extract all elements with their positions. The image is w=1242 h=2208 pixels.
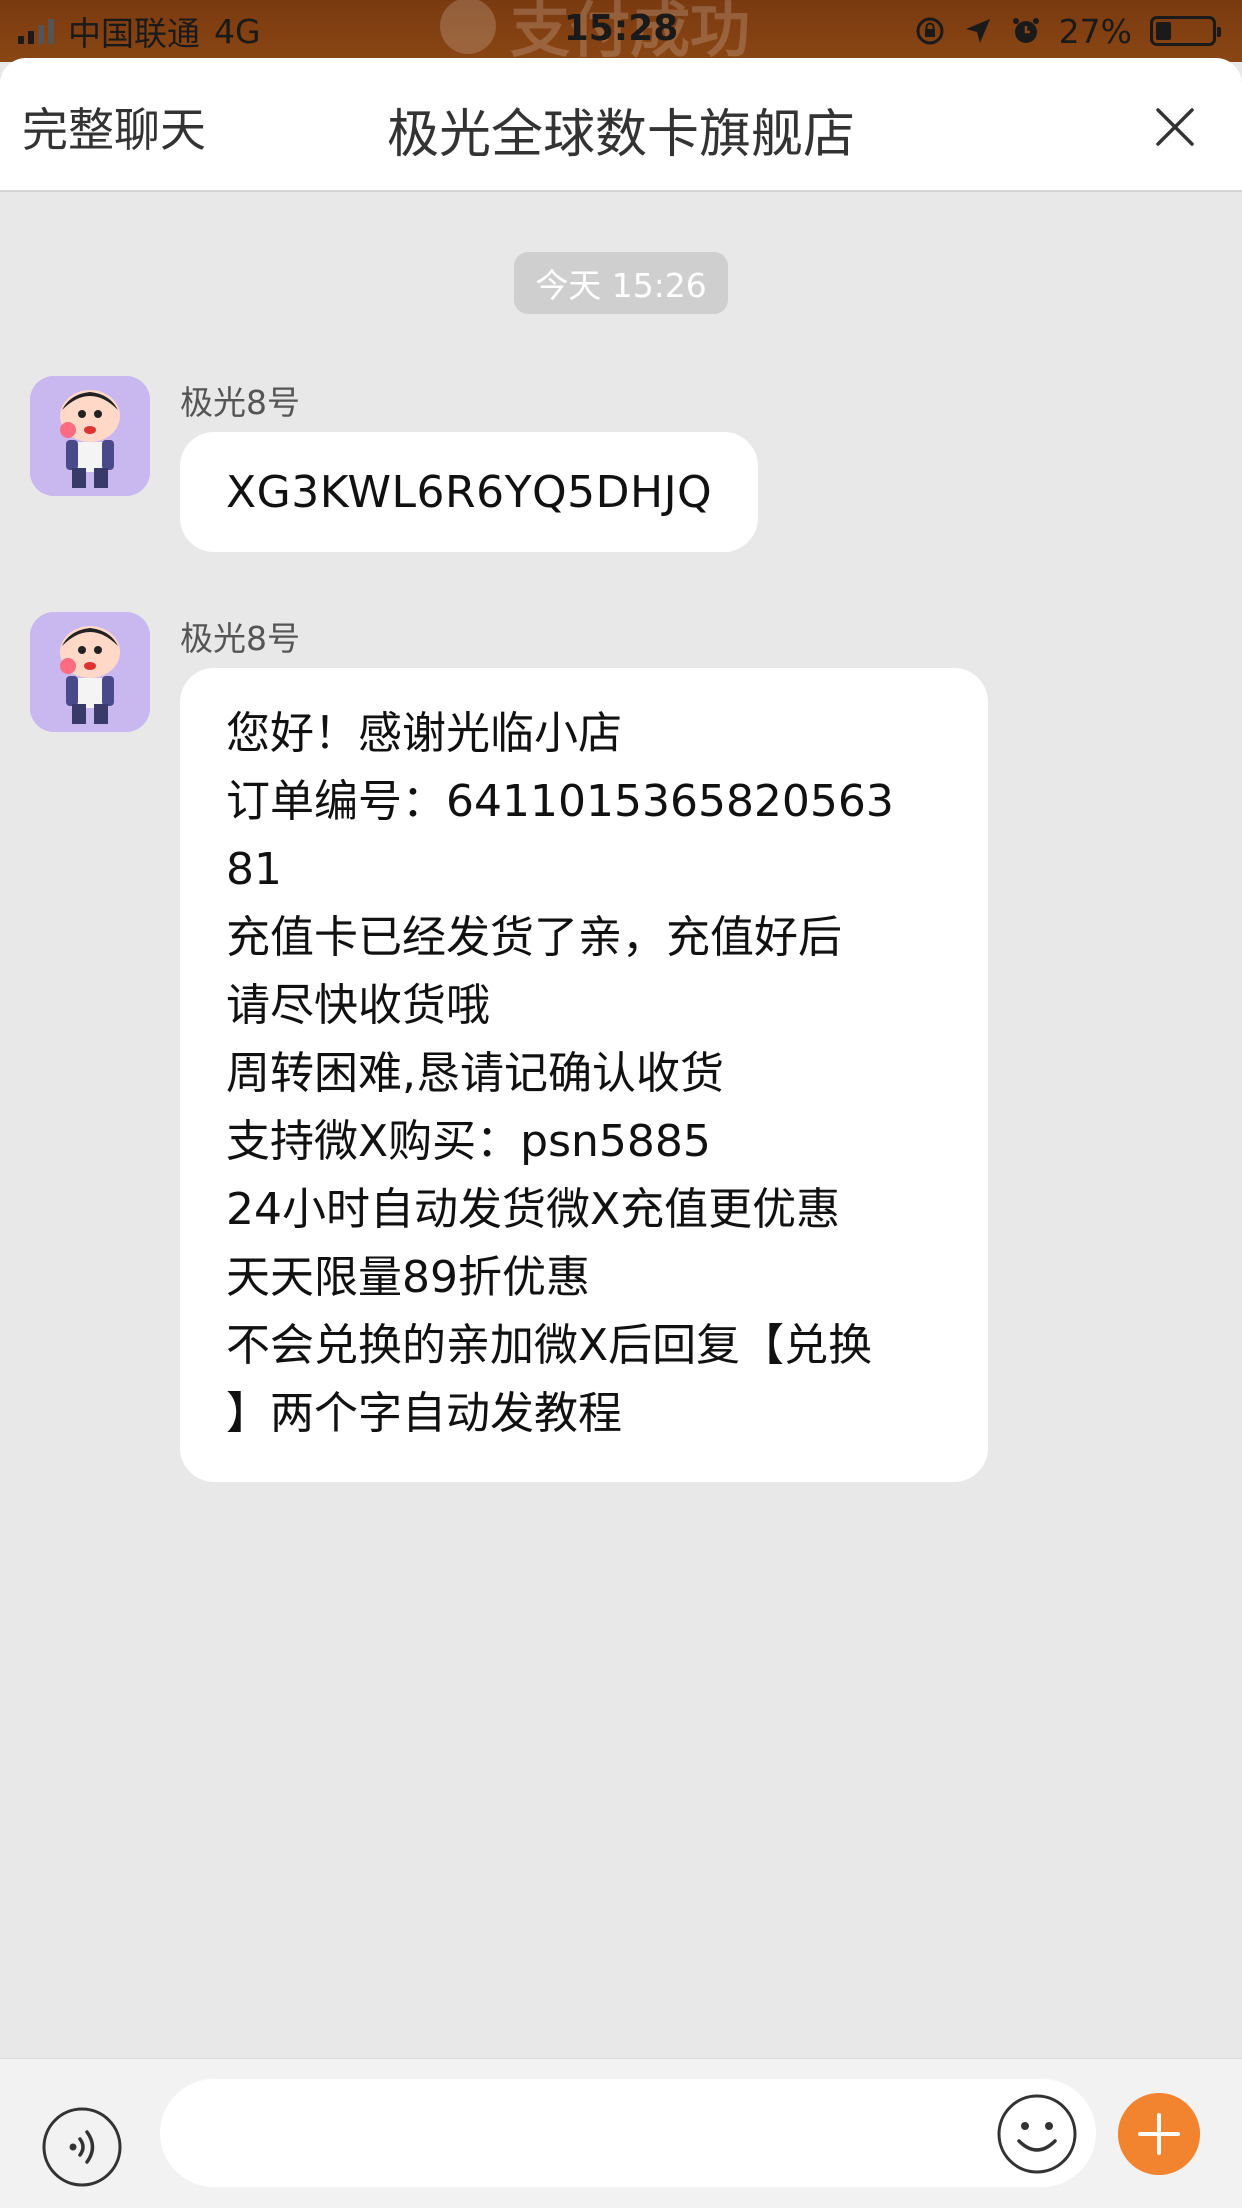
emoji-icon[interactable] bbox=[996, 2093, 1078, 2175]
chat-timestamp: 今天 15:26 bbox=[514, 252, 728, 314]
chat-message: 极光8号 XG3KWL6R6YQ5DHJQ bbox=[30, 376, 1180, 556]
message-bubble[interactable]: XG3KWL6R6YQ5DHJQ bbox=[180, 432, 759, 552]
message-bubble[interactable]: 您好！感谢光临小店 订单编号：6411015365820563 81 充值卡已经… bbox=[180, 668, 988, 1482]
battery-icon bbox=[1150, 16, 1221, 46]
message-line: 不会兑换的亲加微X后回复【兑换 】两个字自动发教程 bbox=[226, 1320, 873, 1439]
close-icon[interactable] bbox=[1146, 98, 1204, 156]
voice-icon[interactable] bbox=[42, 2107, 122, 2187]
location-icon bbox=[965, 19, 990, 43]
chat-message: 极光8号 您好！感谢光临小店 订单编号：6411015365820563 81 … bbox=[30, 612, 1180, 1482]
avatar[interactable] bbox=[30, 376, 150, 496]
message-line: 24小时自动发货微X充值更优惠 bbox=[226, 1184, 841, 1235]
sender-name: 极光8号 bbox=[180, 383, 300, 422]
message-input[interactable] bbox=[160, 2079, 1096, 2187]
message-line: 订单编号：6411015365820563 81 bbox=[226, 776, 894, 895]
input-bar bbox=[0, 2058, 1242, 2208]
alarm-icon bbox=[1012, 18, 1039, 43]
avatar[interactable] bbox=[30, 612, 150, 732]
plus-icon[interactable] bbox=[1118, 2093, 1200, 2175]
chat-header: 完整聊天 极光全球数卡旗舰店 bbox=[0, 58, 1242, 192]
battery-percent: 27% bbox=[1058, 11, 1132, 51]
rotation-lock-icon bbox=[916, 17, 944, 45]
message-line: 周转困难,恳请记确认收货 bbox=[226, 1048, 724, 1099]
message-line: 天天限量89折优惠 bbox=[226, 1252, 590, 1303]
message-line: 您好！感谢光临小店 bbox=[226, 708, 622, 759]
sender-name: 极光8号 bbox=[180, 619, 300, 658]
shop-title: 极光全球数卡旗舰店 bbox=[386, 105, 855, 165]
message-line: 充值卡已经发货了亲，充值好后 请尽快收货哦 bbox=[226, 912, 842, 1031]
message-line: 支持微X购买：psn5885 bbox=[226, 1116, 711, 1167]
status-bar: 支付成功 中国联通 4G 15:28 27% bbox=[0, 0, 1242, 66]
